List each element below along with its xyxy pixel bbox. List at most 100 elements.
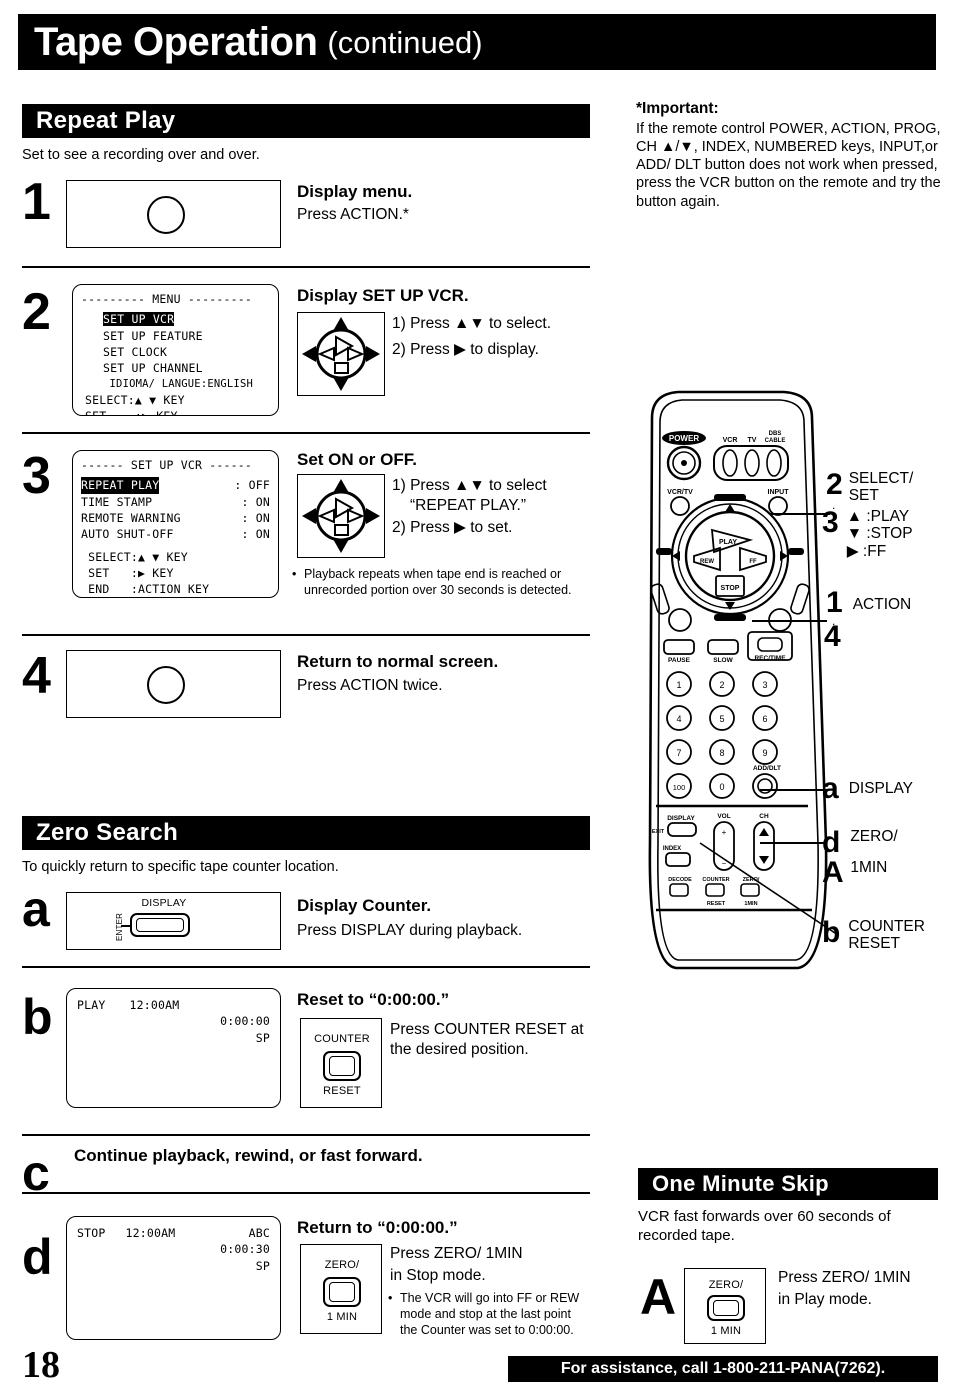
osd-play-screen: PLAY 12:00AM 0:00:00 SP: [66, 988, 281, 1108]
action-button-icon: [147, 666, 185, 704]
osd-row-auto-shut-off-value: : ON: [241, 527, 270, 542]
step-letter-a: a: [22, 881, 50, 937]
osd-row-repeat-play-value: : OFF: [234, 478, 270, 493]
osd-item-set-up-vcr: SET UP VCR: [103, 312, 175, 327]
step-b-title: Reset to “0:00:00.”: [297, 990, 450, 1009]
osd-stop-channel: ABC: [248, 1226, 270, 1240]
svg-text:REW: REW: [700, 559, 714, 565]
step-1-artwork: [66, 180, 281, 248]
callout-select-set: 2 SELECT/ SET: [826, 470, 913, 505]
osd-item-set-up-feature: SET UP FEATURE: [103, 328, 203, 343]
osd-play-speed: SP: [255, 1030, 270, 1045]
section-title-repeat-play: Repeat Play: [36, 107, 176, 134]
svg-text:FF: FF: [749, 559, 757, 565]
svg-text:INDEX: INDEX: [663, 846, 681, 852]
step-a-title: Display Counter.: [297, 896, 432, 915]
connector-line: [121, 925, 130, 927]
osd-stop-counter: 0:00:30: [220, 1242, 270, 1257]
step-3-instruction-2: 2) Press ▶ to set.: [392, 519, 513, 536]
action-button-icon: [147, 196, 185, 234]
callout-key-4: 4: [824, 620, 841, 653]
section-header-zero-search: Zero Search: [22, 816, 590, 850]
counter-reset-button-icon: [323, 1051, 361, 1081]
zero-button-label: ZERO/: [324, 1259, 360, 1271]
osd-stop-mode: STOP: [77, 1226, 106, 1240]
callout-key-3: 3: [822, 506, 839, 539]
step-b-body: Press COUNTER RESET at the desired posit…: [390, 1021, 584, 1059]
step-b-artwork: COUNTER RESET: [300, 1018, 382, 1108]
assistance-text: For assistance, call 1-800-211-PANA(7262…: [560, 1360, 886, 1377]
display-button-icon: [130, 913, 190, 937]
step-a-body: Press DISPLAY during playback.: [297, 922, 523, 939]
step-4-artwork: [66, 650, 281, 718]
step-3-instruction-1b: “REPEAT PLAY.”: [410, 497, 527, 514]
one-minute-skip-body-line2: in Play mode.: [778, 1291, 872, 1308]
divider: [22, 634, 590, 636]
svg-text:3: 3: [762, 680, 767, 690]
step-3-title: Set ON or OFF.: [297, 450, 417, 469]
step-3-note-text: Playback repeats when tape end is reache…: [304, 567, 572, 597]
step-4-body: Press ACTION twice.: [297, 677, 443, 694]
one-minute-skip-subtitle: VCR fast forwards over 60 seconds of rec…: [638, 1208, 891, 1244]
svg-text:8: 8: [719, 748, 724, 758]
osd-row-repeat-play-label: REPEAT PLAY: [81, 477, 160, 494]
step-2-instruction-2: 2) Press ▶ to display.: [392, 341, 539, 358]
osd-play-counter: 0:00:00: [220, 1014, 270, 1029]
svg-text:VCR/TV: VCR/TV: [667, 489, 693, 496]
zero-1min-button-icon: [323, 1277, 361, 1307]
svg-text:1: 1: [676, 680, 681, 690]
step-3-instruction-1: 1) Press ▲▼ to select: [392, 477, 547, 494]
osd-setup-footer-select: SELECT:▲ ▼ KEY: [81, 549, 188, 564]
step-d-body-line2: in Stop mode.: [390, 1267, 486, 1284]
osd-item-idioma-langue: IDIOMA/ LANGUE:ENGLISH: [103, 377, 253, 390]
callout-label-counter: COUNTER: [848, 918, 925, 935]
svg-text:2: 2: [719, 680, 724, 690]
step-number-2: 2: [22, 283, 51, 341]
callout-label-zero: ZERO/: [850, 828, 898, 845]
osd-play-clock: 12:00AM: [129, 998, 180, 1012]
callout-label-select: SELECT/: [848, 470, 914, 487]
zero-1min-button-icon: [707, 1295, 745, 1321]
display-button-label: DISPLAY: [141, 897, 187, 909]
osd-item-set-up-channel: SET UP CHANNEL: [103, 361, 203, 376]
page-number: 18: [22, 1344, 60, 1386]
callout-step-4-ref: 4: [824, 622, 841, 652]
repeat-play-subtitle: Set to see a recording over and over.: [22, 147, 260, 163]
step-2-title: Display SET UP VCR.: [297, 286, 469, 305]
page-title-continued: (continued): [327, 24, 483, 60]
step-letter-c: c: [22, 1145, 50, 1201]
svg-text:STOP: STOP: [721, 585, 740, 592]
svg-text:INPUT: INPUT: [768, 489, 790, 496]
counter-button-label: COUNTER: [314, 1033, 370, 1045]
important-body: If the remote control POWER, ACTION, PRO…: [636, 120, 941, 210]
one-minute-skip-artwork: ZERO/ 1 MIN: [684, 1268, 766, 1344]
step-2-instruction-1: 1) Press ▲▼ to select.: [392, 315, 552, 332]
callout-label-action: ACTION: [852, 596, 912, 613]
divider: [22, 966, 590, 968]
leader-line-display: [760, 789, 825, 791]
step-a-artwork: DISPLAY ENTER: [66, 892, 281, 950]
important-heading: *Important:: [636, 100, 719, 117]
step-4-title: Return to normal screen.: [297, 652, 499, 671]
section-title-one-minute-skip: One Minute Skip: [652, 1171, 829, 1196]
osd-setup-footer-set: SET :▶ KEY: [81, 565, 174, 580]
divider: [22, 1134, 590, 1136]
svg-text:DBS: DBS: [769, 431, 782, 437]
section-title-zero-search: Zero Search: [36, 819, 179, 846]
section-header-repeat-play: Repeat Play: [22, 104, 590, 138]
step-number-1: 1: [22, 173, 51, 231]
one-min-button-label: 1 MIN: [326, 1311, 358, 1323]
osd-setup-header: ------ SET UP VCR ------: [81, 458, 252, 472]
svg-text:PAUSE: PAUSE: [668, 657, 691, 664]
step-letter-b: b: [22, 989, 53, 1045]
osd-row-remote-warning-value: : ON: [241, 510, 270, 525]
osd-footer-set: SET :▶ KEY: [85, 408, 178, 416]
svg-text:TV: TV: [748, 437, 757, 444]
reset-button-label: RESET: [323, 1085, 361, 1097]
svg-text:100: 100: [673, 783, 686, 792]
svg-text:DECODE: DECODE: [668, 877, 692, 883]
callout-key-2: 2: [826, 468, 843, 501]
step-c-title: Continue playback, rewind, or fast forwa…: [74, 1146, 423, 1165]
osd-row-time-stamp-value: : ON: [241, 494, 270, 509]
svg-text:6: 6: [762, 714, 767, 724]
